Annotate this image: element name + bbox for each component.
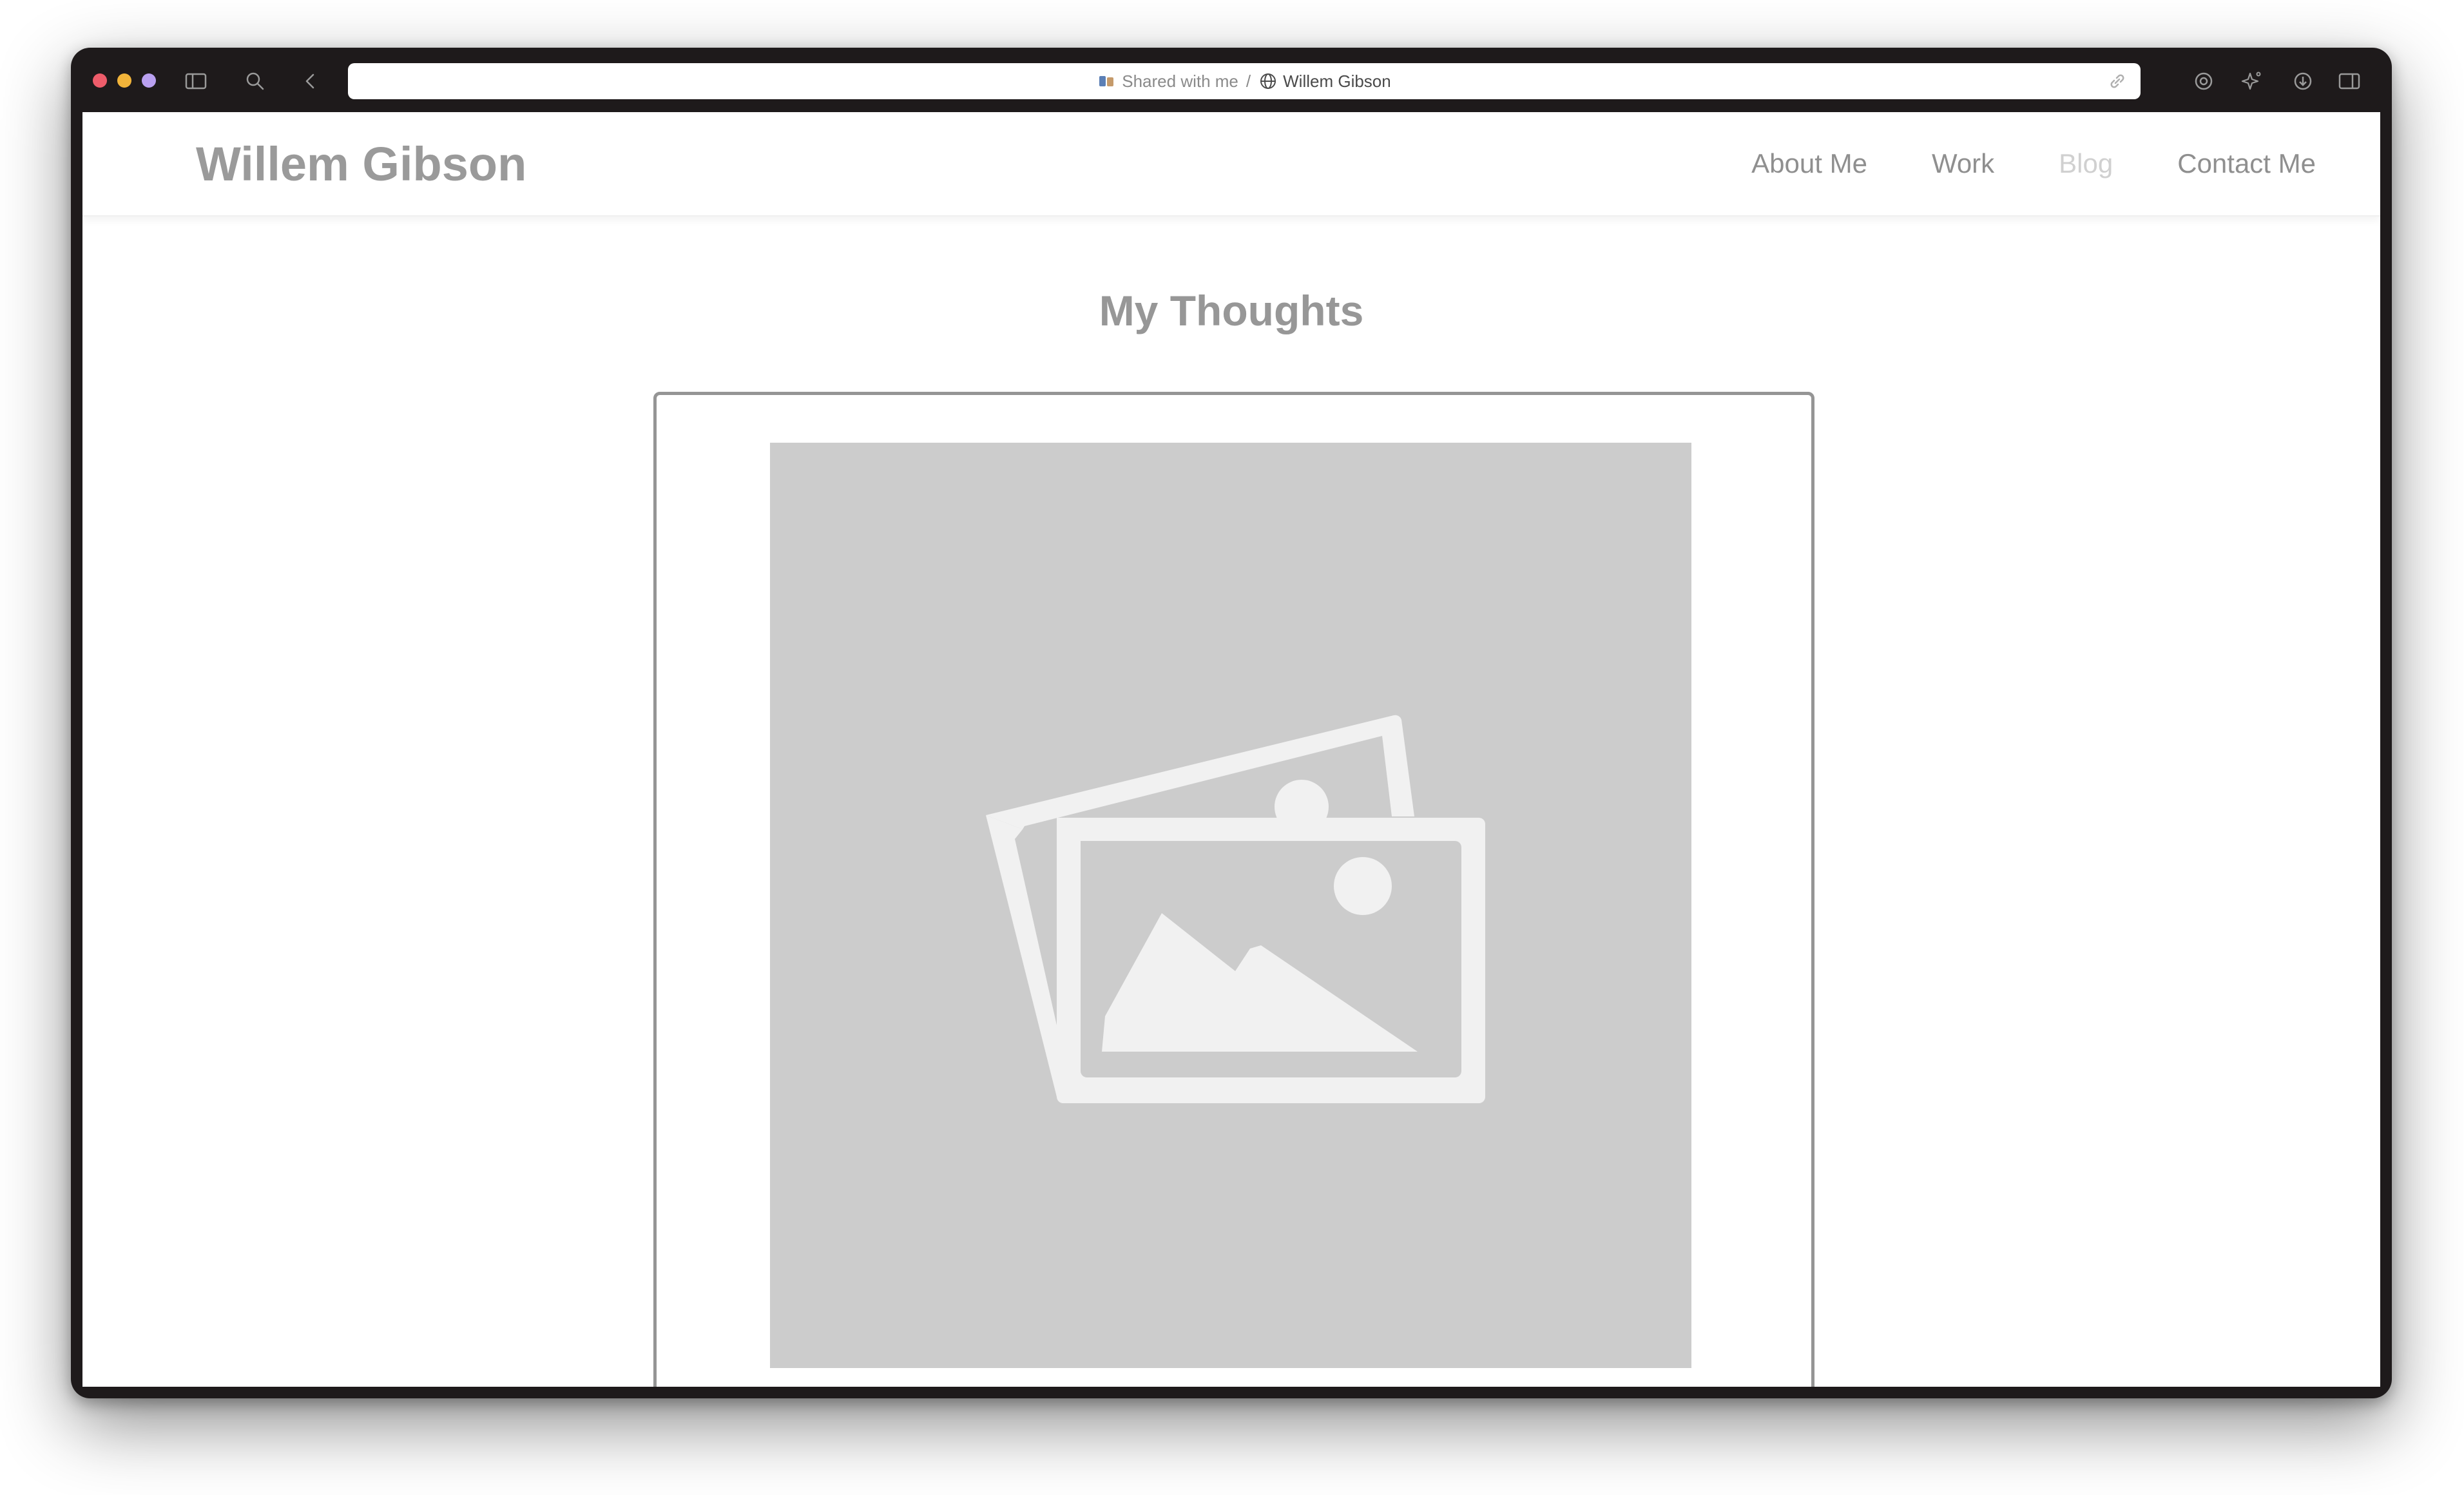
minimize-window-button[interactable] — [117, 73, 131, 88]
page-heading: My Thoughts — [1099, 287, 1364, 334]
search-icon[interactable] — [240, 66, 271, 97]
back-icon[interactable] — [295, 66, 326, 97]
post-image — [770, 443, 1691, 1368]
nav-about-me[interactable]: About Me — [1751, 148, 1867, 179]
zoom-window-button[interactable] — [142, 73, 156, 88]
nav-blog[interactable]: Blog — [2059, 148, 2113, 179]
nav-work[interactable]: Work — [1932, 148, 1994, 179]
close-window-button[interactable] — [93, 73, 107, 88]
page-viewport: Willem Gibson About Me Work Blog Contact… — [82, 112, 2380, 1387]
link-icon[interactable] — [2107, 71, 2128, 92]
extension-icon[interactable] — [2188, 66, 2219, 97]
sidebar-right-icon[interactable] — [2334, 66, 2365, 97]
shared-label: Shared with me — [1122, 71, 1238, 91]
sidebar-icon[interactable] — [180, 66, 211, 97]
globe-icon — [1260, 73, 1276, 89]
breadcrumb-separator: / — [1246, 71, 1251, 91]
download-icon[interactable] — [2287, 66, 2318, 97]
browser-window: Shared with me / Willem Gibson Willem Gi… — [71, 48, 2392, 1398]
main-nav: About Me Work Blog Contact Me — [1751, 148, 2316, 179]
address-bar[interactable]: Shared with me / Willem Gibson — [348, 63, 2141, 99]
shared-icon — [1099, 76, 1114, 86]
site-logo[interactable]: Willem Gibson — [196, 137, 526, 191]
page-title-in-address: Willem Gibson — [1283, 71, 1391, 91]
nav-contact-me[interactable]: Contact Me — [2177, 148, 2316, 179]
blog-post-card[interactable] — [653, 392, 1814, 1387]
browser-toolbar: Shared with me / Willem Gibson — [71, 48, 2392, 112]
site-header: Willem Gibson About Me Work Blog Contact… — [82, 112, 2380, 217]
sparkle-icon[interactable] — [2236, 66, 2267, 97]
image-placeholder-icon — [986, 715, 1485, 1103]
